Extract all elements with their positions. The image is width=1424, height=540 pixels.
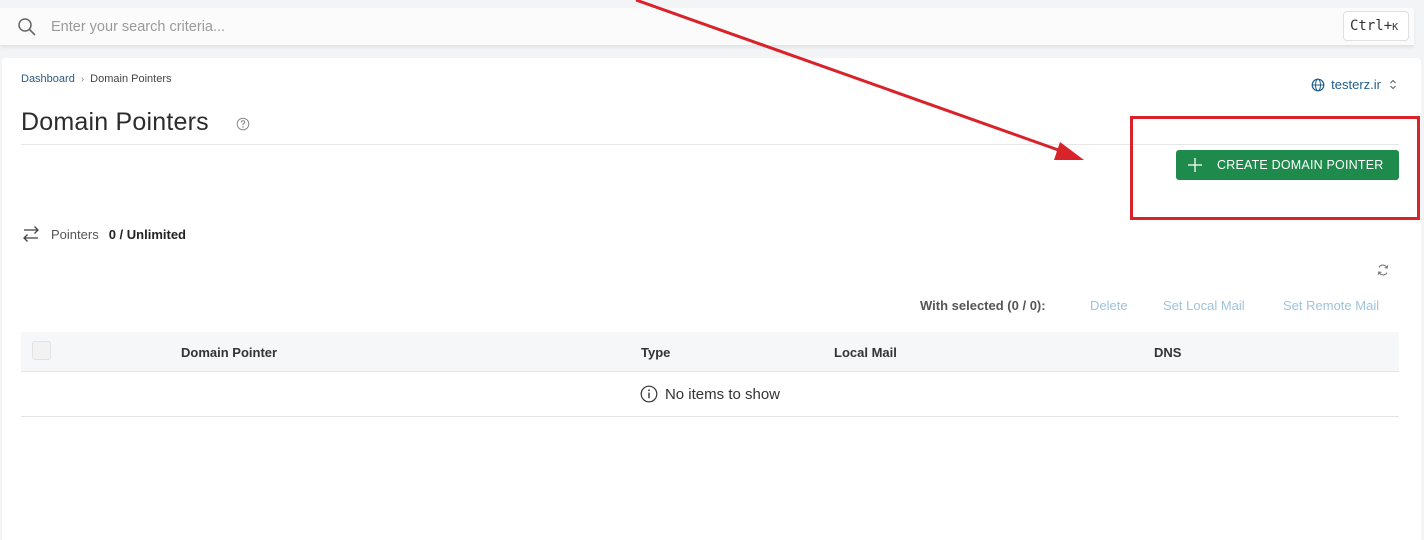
keyboard-shortcut-badge: Ctrl+K	[1343, 11, 1409, 41]
column-header-local-mail[interactable]: Local Mail	[834, 345, 897, 360]
column-header-domain-pointer[interactable]: Domain Pointer	[181, 345, 277, 360]
refresh-icon[interactable]	[1376, 263, 1390, 277]
swap-arrows-icon	[23, 226, 39, 242]
shortcut-modifier: Ctrl+	[1350, 18, 1393, 34]
usage-value: 0 / Unlimited	[108, 226, 186, 242]
bulk-selection-label: With selected (0 / 0):	[920, 298, 1046, 313]
chevron-up-down-icon	[1390, 79, 1396, 90]
domain-selector[interactable]: testerz.ir	[1311, 77, 1397, 92]
select-all-checkbox[interactable]	[32, 341, 51, 360]
bulk-set-local-mail-button[interactable]: Set Local Mail	[1163, 298, 1245, 313]
global-search-bar: Ctrl+K	[0, 8, 1414, 46]
bulk-set-remote-mail-button[interactable]: Set Remote Mail	[1283, 298, 1379, 313]
main-panel: Dashboard › Domain Pointers testerz.ir D…	[2, 58, 1421, 540]
chevron-right-icon: ›	[80, 73, 85, 85]
domain-selector-value: testerz.ir	[1331, 77, 1381, 92]
table-empty-row: No items to show	[21, 372, 1399, 417]
column-header-dns[interactable]: DNS	[1154, 345, 1181, 360]
empty-state-text: No items to show	[664, 385, 781, 403]
search-icon	[18, 18, 36, 36]
globe-icon	[1311, 78, 1325, 91]
usage-label: Pointers	[51, 226, 99, 242]
info-icon	[640, 385, 658, 403]
table-header: Domain Pointer Type Local Mail DNS	[21, 332, 1399, 372]
pointers-usage: Pointers 0 / Unlimited	[21, 225, 186, 243]
annotation-highlight-box	[1130, 116, 1420, 220]
help-icon[interactable]	[236, 117, 250, 131]
breadcrumb-dashboard-link[interactable]: Dashboard	[21, 73, 75, 85]
shortcut-key: K	[1392, 22, 1399, 33]
breadcrumb: Dashboard › Domain Pointers	[21, 73, 172, 85]
column-header-type[interactable]: Type	[641, 345, 670, 360]
page-title: Domain Pointers	[21, 108, 209, 136]
breadcrumb-current: Domain Pointers	[90, 73, 172, 85]
search-input[interactable]	[51, 17, 1331, 37]
bulk-delete-button[interactable]: Delete	[1090, 298, 1128, 313]
